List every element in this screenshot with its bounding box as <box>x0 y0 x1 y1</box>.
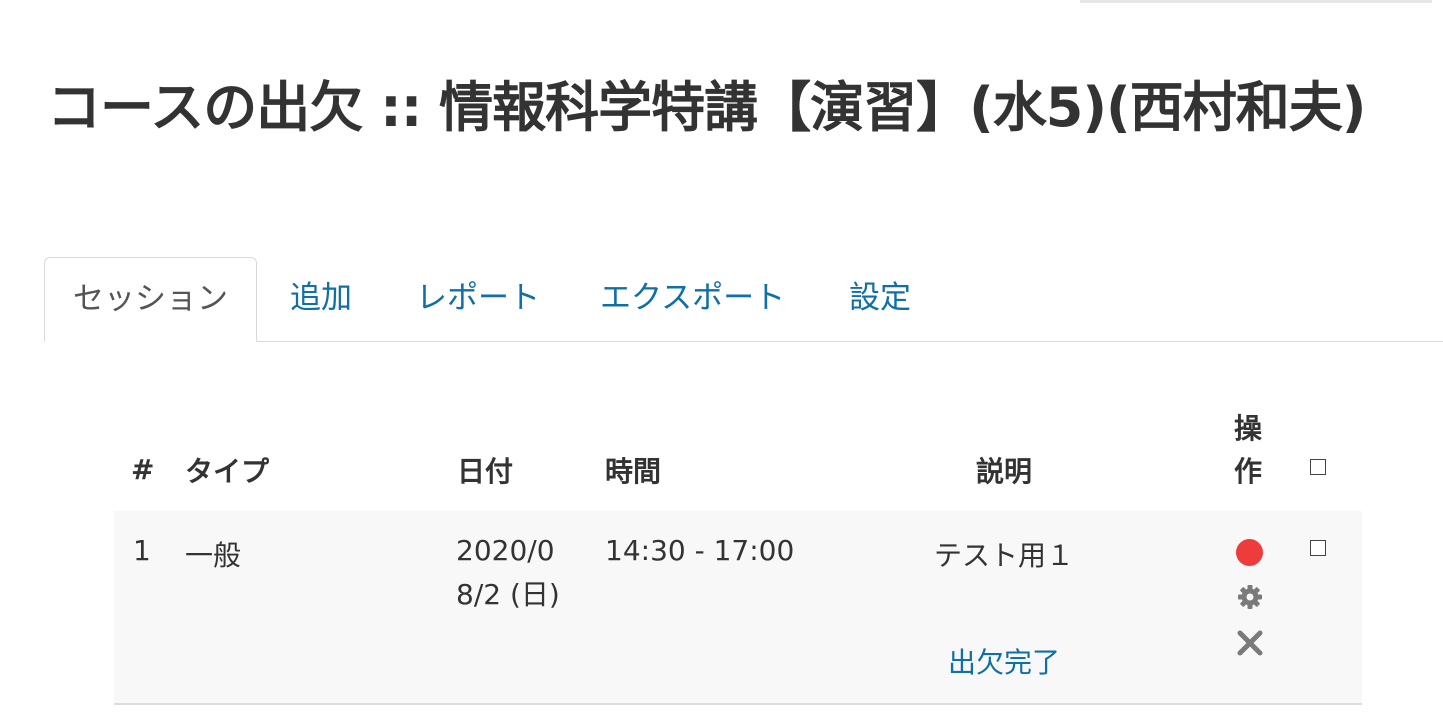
header-description: 説明 <box>976 455 1033 488</box>
delete-icon[interactable] <box>1236 629 1264 657</box>
header-type: タイプ <box>185 455 270 488</box>
header-number: # <box>131 453 155 486</box>
header-date: 日付 <box>457 455 514 488</box>
record-attendance-icon[interactable] <box>1236 539 1263 566</box>
table-header: # タイプ 日付 時間 説明 操作 <box>114 397 1362 513</box>
row-time: 14:30 - 17:00 <box>605 534 795 567</box>
row-type: 一般 <box>185 539 242 572</box>
attendance-taken-link[interactable]: 出欠完了 <box>929 641 1079 681</box>
tab-bar: セッション 追加 レポート エクスポート 設定 <box>44 257 1443 342</box>
select-all-checkbox[interactable] <box>1310 459 1326 475</box>
tab-settings[interactable]: 設定 <box>849 257 911 339</box>
tab-sessions[interactable]: セッション <box>44 257 257 342</box>
tab-report[interactable]: レポート <box>416 257 540 339</box>
row-checkbox[interactable] <box>1310 540 1326 556</box>
top-strip <box>1080 0 1432 3</box>
table-row: 1 一般 2020/08/2 (日) 14:30 - 17:00 テスト用１ 出… <box>114 511 1362 705</box>
header-time: 時間 <box>605 455 662 488</box>
page-title: コースの出欠 :: 情報科学特講【演習】(水5)(西村和夫) <box>47 76 1366 139</box>
gear-icon[interactable] <box>1236 583 1264 611</box>
header-actions: 操作 <box>1234 412 1263 488</box>
row-description: テスト用１ <box>933 539 1074 572</box>
row-date: 2020/08/2 (日) <box>456 534 560 611</box>
tab-export[interactable]: エクスポート <box>600 257 785 339</box>
row-number: 1 <box>133 534 151 567</box>
sessions-table: # タイプ 日付 時間 説明 操作 1 一般 2020/08/2 (日) 14:… <box>114 397 1362 705</box>
tab-add[interactable]: 追加 <box>290 257 352 339</box>
